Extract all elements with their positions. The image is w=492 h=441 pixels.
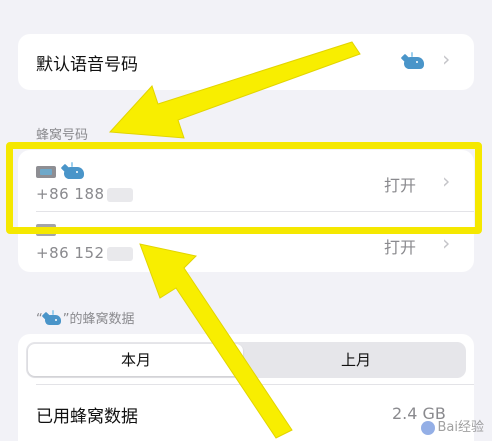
paw-logo-icon (420, 420, 435, 435)
annotation-arrows (108, 41, 361, 439)
arrow-upper (108, 41, 361, 139)
watermark: Bai经验 (420, 416, 484, 435)
arrow-lower (139, 243, 293, 439)
